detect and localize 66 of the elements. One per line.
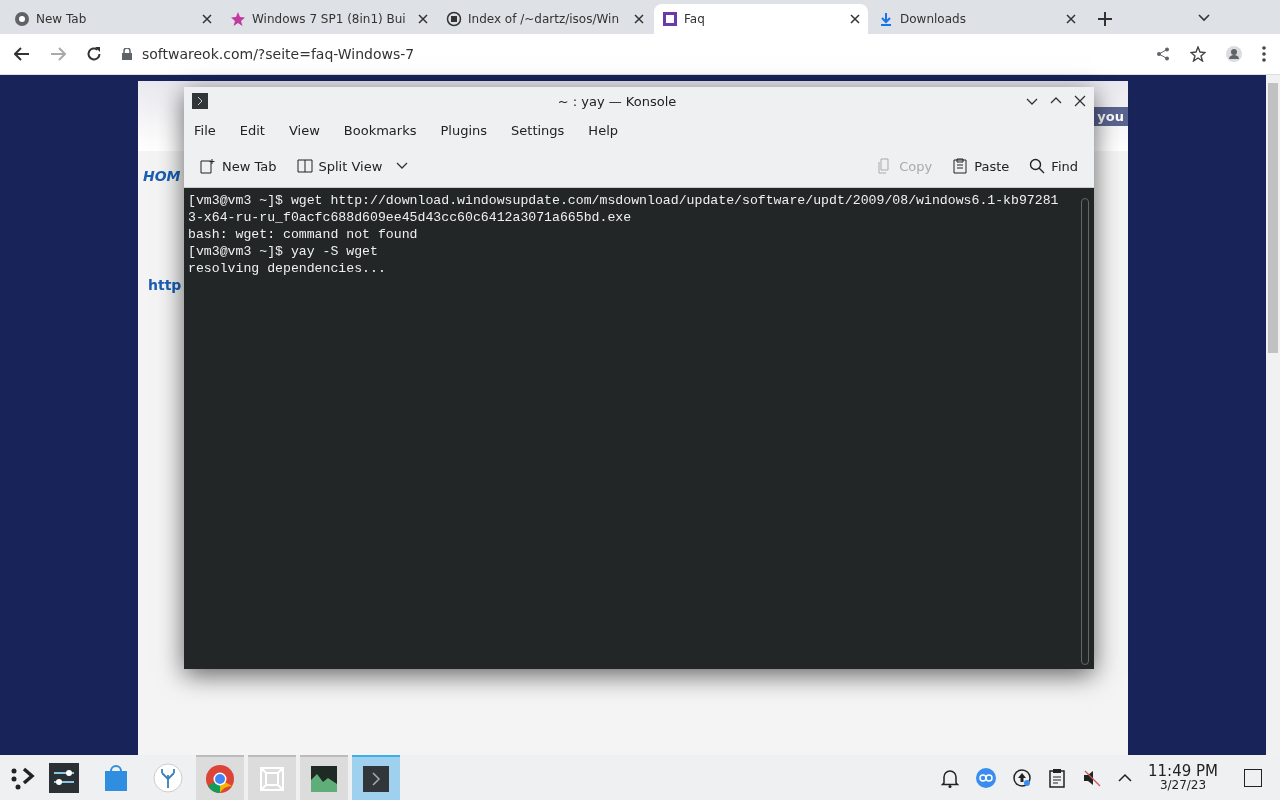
menu-item[interactable]: Plugins	[440, 122, 488, 138]
terminal-icon	[361, 763, 391, 794]
browser-tab[interactable]: Faq	[654, 4, 868, 34]
page-scrollbar[interactable]	[1266, 75, 1280, 755]
terminal-line: [vm3@vm3 ~]$ wget http://download.windowsupdate.com/msdownload/update/software/updt/2009/08/windows6.1-kb97281	[188, 192, 1060, 209]
window-title: ~ : yay — Konsole	[556, 93, 678, 109]
terminal-line: [vm3@vm3 ~]$ yay -S wget	[188, 243, 379, 260]
close-tab-icon[interactable]	[634, 14, 644, 24]
close-tab-icon[interactable]	[418, 14, 428, 24]
notification-bell-icon[interactable]	[940, 767, 960, 788]
terminal-icon	[192, 93, 208, 109]
newtab-button[interactable]: New Tab	[194, 154, 283, 178]
download-icon	[878, 11, 894, 27]
split-view-icon	[296, 158, 313, 174]
sync-app-icon[interactable]	[976, 767, 996, 788]
chrome-icon	[14, 11, 30, 27]
profile-icon[interactable]	[1226, 46, 1242, 62]
terminal-line: resolving dependencies...	[188, 260, 387, 277]
browser-tab[interactable]: Index of /~dartz/isos/Win	[438, 4, 652, 34]
menu-item[interactable]: Settings	[511, 122, 565, 138]
site-icon	[662, 11, 678, 27]
update-icon[interactable]	[1012, 767, 1032, 788]
clipboard-icon[interactable]	[1048, 767, 1066, 788]
header-text: you	[1093, 106, 1128, 126]
coral-icon	[153, 762, 183, 793]
search-icon	[1029, 158, 1046, 174]
page-link[interactable]: http	[148, 277, 182, 293]
menu-icon[interactable]	[1262, 46, 1266, 62]
nav-link[interactable]: HOM	[143, 168, 181, 184]
new-tab-icon[interactable]	[1098, 12, 1112, 26]
sliders-icon	[49, 762, 79, 793]
clipboard-icon	[952, 158, 969, 174]
browser-tab[interactable]: Downloads	[870, 4, 1084, 34]
caret-icon	[396, 162, 409, 170]
close-tab-icon[interactable]	[1066, 14, 1076, 24]
menu-item[interactable]: Edit	[239, 122, 265, 138]
expand-tray-icon[interactable]	[1118, 772, 1132, 783]
share-icon[interactable]	[1156, 47, 1170, 61]
chrome-icon	[205, 763, 235, 794]
terminal-line: bash: wget: command not found	[188, 226, 419, 243]
address-field[interactable]: softwareok.com/?seite=faq-Windows-7	[122, 39, 722, 69]
menu-item[interactable]: Bookmarks	[343, 122, 417, 138]
reload-icon[interactable]	[86, 46, 102, 62]
menu-item[interactable]: Help	[588, 122, 618, 138]
taskbar-app-button[interactable]	[352, 755, 400, 800]
taskbar-app-button[interactable]	[300, 755, 348, 800]
close-tab-icon[interactable]	[202, 14, 212, 24]
chart-icon	[309, 763, 339, 794]
tab-search-icon[interactable]	[1198, 14, 1210, 22]
lock-icon	[122, 48, 132, 60]
back-icon[interactable]	[14, 46, 30, 62]
paste-button[interactable]: Paste	[946, 154, 1016, 178]
menu-item[interactable]: View	[288, 122, 320, 138]
close-tab-icon[interactable]	[850, 14, 860, 24]
bookmark-star-icon[interactable]	[1190, 46, 1206, 62]
find-button[interactable]: Find	[1023, 154, 1084, 178]
terminal-line: 3-x64-ru-ru_f0acfc688d609ee45d43cc60c6412a3071a665bd.exe	[188, 209, 633, 226]
close-icon[interactable]	[1074, 95, 1086, 107]
browser-tab[interactable]: New Tab	[6, 4, 220, 34]
split-button[interactable]: Split View	[290, 154, 415, 178]
clock[interactable]: 11:49 PM 3/27/23	[1148, 764, 1218, 791]
star-icon	[230, 11, 246, 27]
show-desktop-button[interactable]	[1244, 768, 1262, 787]
browser-tab[interactable]: Windows 7 SP1 (8in1) Bui	[222, 4, 436, 34]
new-tab-icon	[200, 158, 216, 174]
menu-item[interactable]: File	[194, 122, 216, 138]
